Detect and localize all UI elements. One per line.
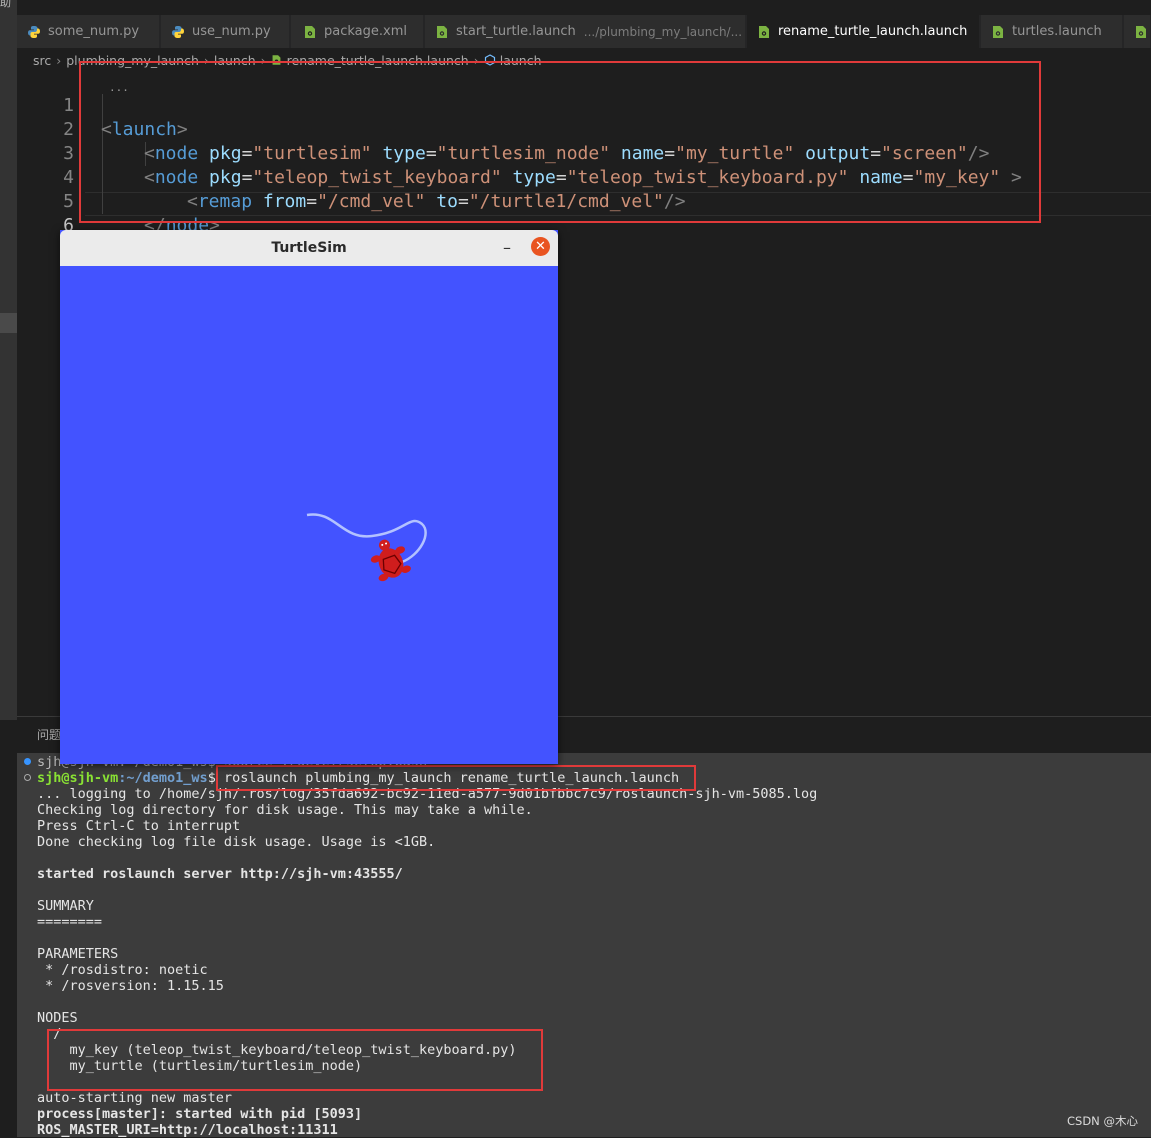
tab-label: rename_turtle_launch.launch [778,24,968,39]
terminal-line: Checking log directory for disk usage. T… [37,802,533,818]
launch-file-icon [305,25,315,38]
launch-file-icon [437,25,447,38]
turtlesim-canvas [60,266,558,764]
tab-package-xml[interactable]: package.xml [291,15,424,48]
terminal-line: PARAMETERS [37,946,119,962]
tab-label: some_num.py [48,24,140,39]
tab-start-turtle-launch[interactable]: start_turtle.launch .../plumbing_my_laun… [425,15,746,48]
tab-label: package.xml [324,24,407,39]
tab-overflow[interactable] [1124,15,1151,48]
terminal-line: Done checking log file disk usage. Usage… [37,834,436,850]
turtlesim-title: TurtleSim [271,240,347,256]
terminal-line: SUMMARY [37,898,94,914]
tab-label: start_turtle.launch [456,24,576,39]
tab-rename-turtle-launch[interactable]: rename_turtle_launch.launch × [747,15,980,48]
terminal-status-dot [24,774,31,781]
tab-label: turtles.launch [1012,24,1102,39]
terminal-line: * /rosversion: 1.15.15 [37,978,224,994]
highlight-box-nodes [47,1029,543,1091]
breadcrumb-item[interactable]: src [33,53,51,68]
terminal-status-dot [24,758,31,765]
menu-corner-text: 助 [0,0,11,9]
python-icon [28,25,40,38]
tab-label: use_num.py [192,24,271,39]
terminal-line: NODES [37,1010,78,1026]
python-icon [172,25,184,38]
terminal-line: process[master]: started with pid [5093] [37,1106,363,1122]
watermark: CSDN @木心 [1067,1114,1138,1128]
tab-turtles-launch[interactable]: turtles.launch [981,15,1123,48]
terminal-line: ROS_MASTER_URI=http://localhost:11311 [37,1122,338,1138]
terminal-line: auto-starting new master [37,1090,233,1106]
prompt-path: :~/demo1_ws [118,770,208,786]
close-icon[interactable]: × [977,24,979,40]
close-icon[interactable]: ✕ [531,237,550,256]
terminal-line: Press Ctrl-C to interrupt [37,818,241,834]
terminal-line: started roslaunch server http://sjh-vm:4… [37,866,403,882]
activity-bar-active-marker[interactable] [0,313,17,333]
launch-file-icon [759,25,769,38]
tab-use-num-py[interactable]: use_num.py [161,15,290,48]
launch-file-icon [1136,25,1146,38]
highlight-box-command [216,765,696,791]
tab-description: .../plumbing_my_launch/... [583,24,743,39]
terminal-line: ======== [37,914,103,930]
prompt-user: sjh@sjh-vm [37,770,119,786]
activity-bar [0,0,17,720]
panel-tab-problems[interactable]: 问题 [37,726,61,743]
launch-file-icon [993,25,1003,38]
terminal-line: * /rosdistro: noetic [37,962,208,978]
chevron-right-icon: › [56,52,62,68]
minimize-icon[interactable]: – [500,236,514,260]
tab-some-num-py[interactable]: some_num.py [17,15,160,48]
highlight-box-code [79,61,1041,223]
